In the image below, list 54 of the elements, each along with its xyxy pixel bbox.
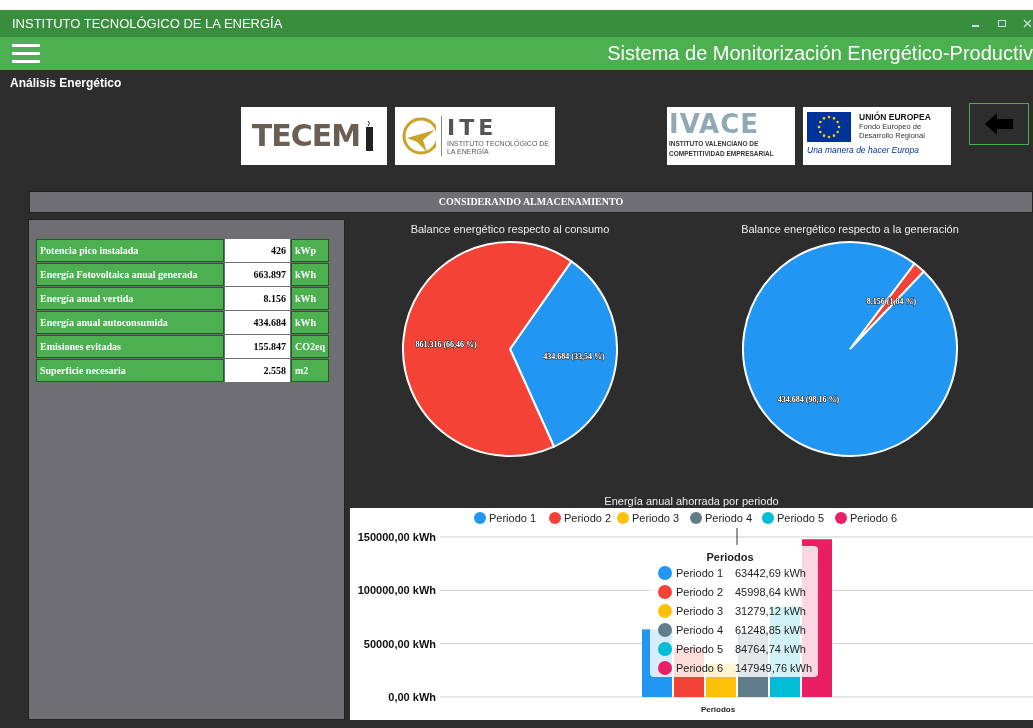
table-cell: CO2eq [291, 335, 329, 358]
chart-title: Balance energético respecto al consumo [410, 223, 610, 235]
legend-label: Periodo 2 [564, 512, 612, 524]
table-cell: 434.684 [225, 311, 290, 334]
table-cell: 155.847 [225, 335, 290, 358]
slice-label: 434.684 (33,54 %) [543, 352, 605, 361]
table-cell: 2.558 [225, 359, 290, 382]
table-cell: kWh [291, 287, 329, 310]
tooltip-value: 45998,64 kWh [735, 586, 806, 598]
table-cell: 8.156 [225, 287, 290, 310]
tooltip-label: Periodo 1 [676, 567, 724, 579]
legend-label: Periodo 5 [777, 512, 825, 524]
axis-label: Periodos [700, 705, 736, 714]
slice-label: 434.684 (98,16 %) [777, 394, 840, 404]
tecem-logo: TECEM [241, 106, 387, 165]
axis-label: 50000,00 kWh [363, 637, 436, 650]
table-cell: Emisiones evitadas [36, 335, 224, 358]
tooltip-value: 84764,74 kWh [735, 643, 806, 655]
slice-label: 8.156 (1,84 %) [866, 297, 917, 307]
table-cell: Energía Fotovoltaica anual generada [36, 263, 224, 286]
table-cell: 426 [225, 239, 290, 262]
tooltip-label: Periodo 2 [676, 586, 724, 598]
window-title: INSTITUTO TECNOLÓGICO DE LA ENERGÍA [12, 15, 283, 31]
app-title: Sistema de Monitorización Energético-Productiv [607, 41, 1033, 65]
axis-label: 0,00 kWh [388, 691, 436, 703]
legend-label: Periodo 1 [489, 512, 537, 524]
table-cell: 663.897 [225, 263, 290, 286]
tooltip-value: 31279,12 kWh [735, 605, 806, 617]
axis-label: 150000,00 kWh [357, 531, 436, 543]
section-banner: CONSIDERANDO ALMACENAMIENTO [29, 190, 1033, 213]
slice-label: 861.316 (66,46 %) [415, 340, 477, 349]
tooltip-value: 63442,69 kWh [735, 567, 806, 579]
tooltip-label: Periodo 6 [676, 662, 724, 674]
table-cell: kWh [291, 311, 329, 334]
table-cell: kWh [291, 263, 329, 286]
tooltip-label: Periodo 3 [676, 605, 724, 617]
table-cell: Superficie necesaria [36, 359, 224, 382]
legend-label: Periodo 4 [705, 512, 753, 524]
chart-title: Balance energético respecto a la generación [741, 223, 959, 235]
tooltip-label: Periodo 5 [676, 643, 724, 655]
table-cell: m2 [291, 359, 329, 382]
table-cell: Potencia pico instalada [36, 239, 224, 262]
tooltip-value: 61248,85 kWh [735, 624, 806, 636]
tooltip-label: Periodo 4 [676, 624, 724, 636]
table-cell: kWp [291, 239, 329, 262]
table-cell: Energía anual autoconsumida [36, 311, 224, 334]
legend-label: Periodo 3 [632, 512, 680, 524]
axis-label: 100000,00 kWh [357, 584, 436, 597]
legend-label: Periodo 6 [850, 512, 898, 524]
chart-title: Energía anual ahorrada por periodo [604, 495, 779, 507]
table-cell: Energía anual vertida [36, 287, 224, 310]
tooltip-title: Periodos [706, 551, 754, 563]
tooltip-value: 147949,76 kWh [735, 662, 813, 674]
section-title: Análisis Energético [10, 75, 122, 90]
